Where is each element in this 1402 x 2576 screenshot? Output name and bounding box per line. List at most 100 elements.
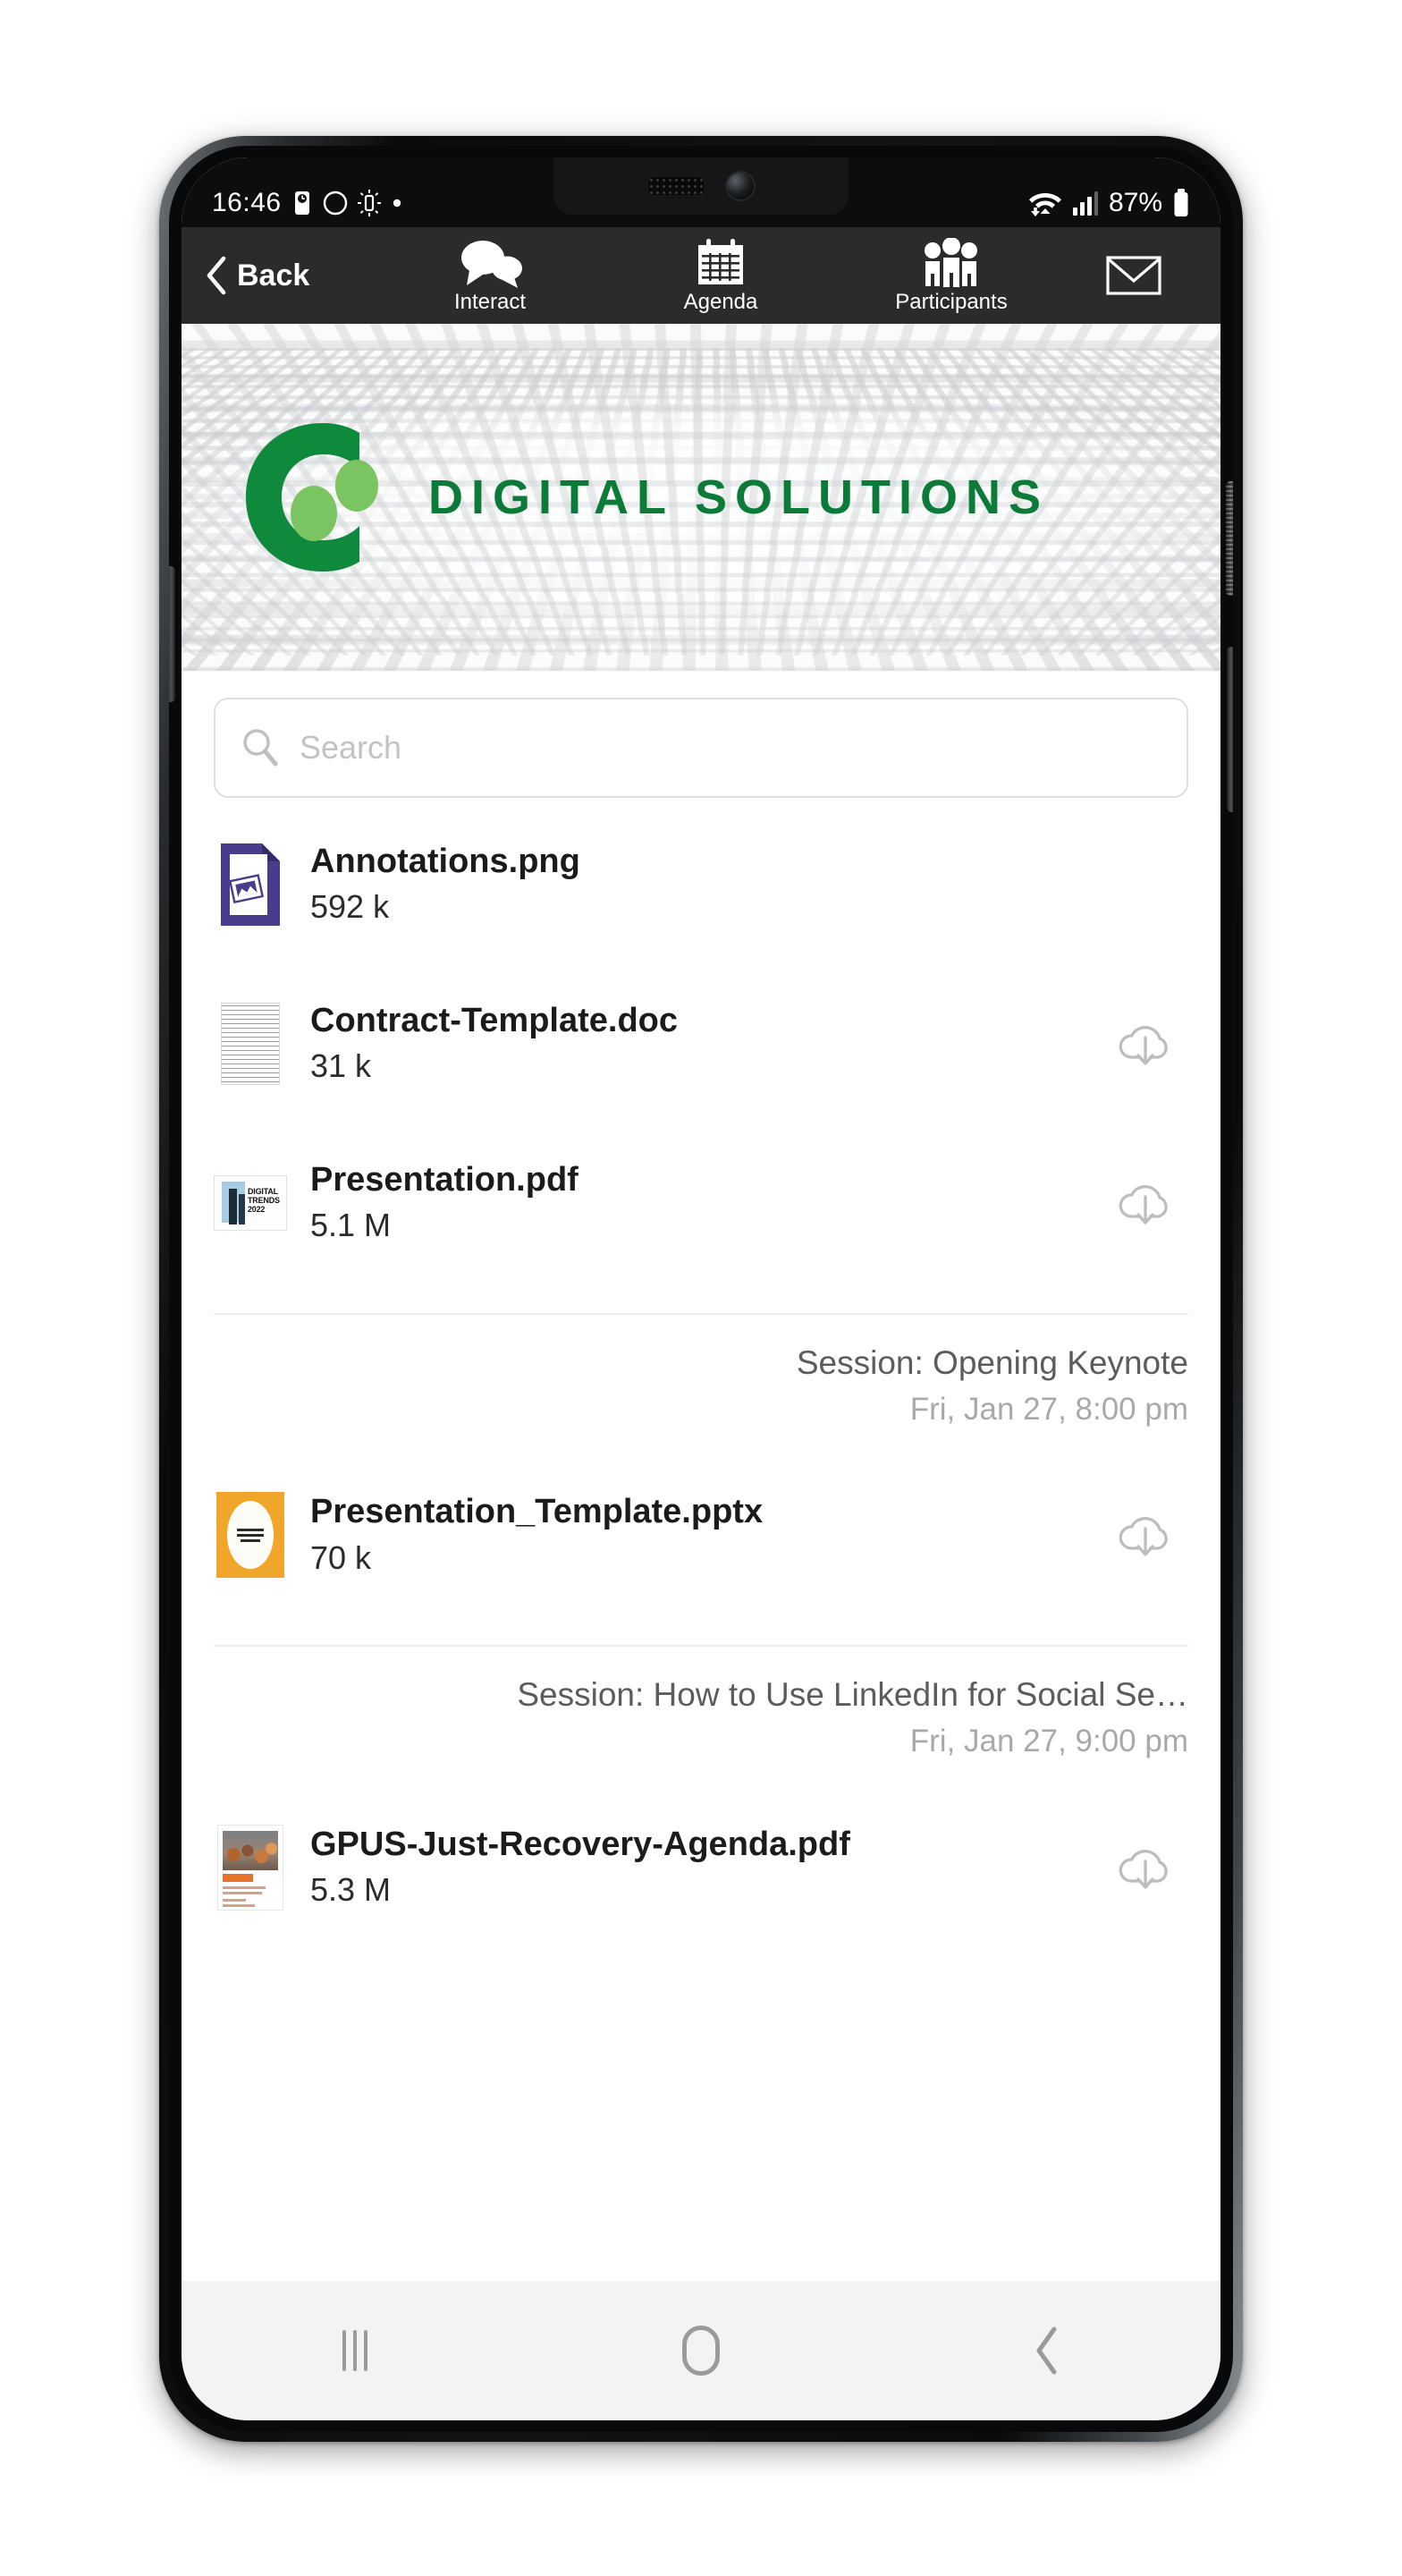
speaker-grille-icon (648, 177, 704, 195)
file-name: GPUS-Just-Recovery-Agenda.pdf (310, 1825, 850, 1863)
file-name: Presentation.pdf (310, 1160, 579, 1199)
android-system-nav (182, 2281, 1220, 2420)
file-thumbnail: DIGITAL TRENDS 2022 (214, 1158, 287, 1248)
status-bar-left: 16:46 (212, 188, 403, 218)
session-time: Fri, Jan 27, 9:00 pm (909, 1724, 1188, 1759)
tab-interact[interactable]: Interact (375, 238, 605, 313)
file-name: Annotations.png (310, 842, 580, 880)
session-section: Session: Opening Keynote Fri, Jan 27, 8:… (214, 1283, 1188, 1455)
phone-frame: 16:46 87% Back Interact Agenda Participa… (159, 136, 1243, 2442)
file-size: 592 k (310, 888, 390, 926)
dot-icon (393, 199, 401, 208)
wifi-icon (1028, 193, 1061, 216)
mail-button[interactable] (1067, 254, 1201, 297)
chevron-left-icon (207, 256, 226, 295)
crowd-photo-report-thumbnail (217, 1824, 283, 1911)
cloud-download-icon (1119, 1026, 1168, 1065)
search-placeholder: Search (300, 729, 402, 766)
back-label: Back (237, 258, 310, 292)
file-row[interactable]: GPUS-Just-Recovery-Agenda.pdf 5.3 M (214, 1788, 1188, 1947)
tab-interact-label: Interact (453, 290, 527, 314)
file-thumbnail (214, 1823, 287, 1912)
recents-button[interactable] (283, 2306, 427, 2395)
status-bar: 16:46 87% (182, 157, 1220, 227)
banner-title: DIGITAL SOLUTIONS (428, 470, 1050, 524)
file-size: 70 k (310, 1538, 372, 1576)
signal-icon (1072, 191, 1098, 216)
recents-icon (342, 2330, 367, 2371)
power-button[interactable] (1226, 481, 1233, 596)
session-time: Fri, Jan 27, 8:00 pm (909, 1392, 1188, 1428)
download-slot[interactable] (1102, 1177, 1188, 1229)
file-size: 31 k (310, 1047, 372, 1085)
file-info: Presentation_Template.pptx 70 k (310, 1491, 1079, 1579)
digital-trends-2022-cover-thumbnail: DIGITAL TRENDS 2022 (214, 1175, 287, 1231)
png-image-file-icon (221, 843, 280, 926)
file-info: Presentation.pdf 5.1 M (310, 1159, 1079, 1247)
session-header: Session: How to Use LinkedIn for Social … (214, 1674, 1188, 1787)
file-row[interactable]: DIGITAL TRENDS 2022 Presentation.pdf 5.1 M (214, 1123, 1188, 1283)
download-slot[interactable] (1102, 1509, 1188, 1561)
file-list: Annotations.png 592 k Contract-Template.… (182, 805, 1220, 1947)
status-bar-right: 87% (1028, 188, 1190, 218)
people-icon (925, 238, 977, 287)
back-chevron-icon (1036, 2326, 1057, 2375)
home-icon (681, 2326, 720, 2376)
search-input[interactable]: Search (214, 698, 1188, 798)
session-title: Session: Opening Keynote (796, 1344, 1188, 1381)
cloud-download-icon (1119, 1849, 1168, 1889)
system-back-button[interactable] (975, 2306, 1119, 2395)
file-thumbnail (214, 999, 287, 1089)
session-divider (214, 1645, 1188, 1648)
front-camera-icon (727, 173, 754, 199)
phone-bezel: 16:46 87% Back Interact Agenda Participa… (169, 146, 1233, 2432)
file-row[interactable]: Presentation_Template.pptx 70 k (214, 1455, 1188, 1614)
tab-agenda[interactable]: Agenda (605, 238, 836, 313)
download-slot[interactable] (1102, 1018, 1188, 1070)
file-thumbnail (214, 1490, 287, 1580)
session-divider (214, 1313, 1188, 1315)
search-area: Search (182, 671, 1220, 805)
file-size: 5.3 M (310, 1871, 392, 1909)
download-slot[interactable] (1102, 1842, 1188, 1894)
session-section: Session: How to Use LinkedIn for Social … (214, 1614, 1188, 1787)
file-name: Presentation_Template.pptx (310, 1493, 764, 1531)
back-button[interactable]: Back (205, 256, 375, 295)
file-info: Contract-Template.doc 31 k (310, 1000, 1079, 1088)
file-size: 5.1 M (310, 1207, 392, 1244)
tab-participants-label: Participants (895, 290, 1008, 314)
cloud-download-icon (1119, 1517, 1168, 1556)
phone-screen: 16:46 87% Back Interact Agenda Participa… (182, 157, 1220, 2420)
calendar-icon (698, 239, 743, 284)
chat-bubbles-icon (461, 241, 522, 288)
document-page-thumbnail (221, 1003, 280, 1085)
battery-percent-label: 87% (1108, 188, 1162, 217)
file-info: Annotations.png 592 k (310, 841, 1079, 928)
envelope-icon (1106, 256, 1161, 295)
battery-icon (1174, 189, 1188, 216)
file-row[interactable]: Annotations.png 592 k (214, 805, 1188, 964)
notch (553, 157, 849, 215)
file-row[interactable]: Contract-Template.doc 31 k (214, 964, 1188, 1123)
tab-participants[interactable]: Participants (836, 238, 1067, 313)
session-header: Session: Opening Keynote Fri, Jan 27, 8:… (214, 1342, 1188, 1455)
search-icon (243, 729, 278, 767)
tab-agenda-label: Agenda (683, 290, 758, 314)
volume-button[interactable] (1227, 647, 1233, 812)
cloud-download-icon (1119, 1185, 1168, 1224)
thumbnail-text: DIGITAL TRENDS 2022 (248, 1187, 280, 1215)
file-info: GPUS-Just-Recovery-Agenda.pdf 5.3 M (310, 1824, 1079, 1911)
sponsor-banner: DIGITAL SOLUTIONS (182, 324, 1220, 671)
quarterly-business-review-cover-thumbnail (216, 1492, 284, 1579)
digital-solutions-logo (246, 423, 378, 572)
session-title: Session: How to Use LinkedIn for Social … (517, 1676, 1188, 1714)
bixby-button[interactable] (169, 566, 175, 702)
file-thumbnail (214, 840, 287, 929)
do-not-disturb-icon (323, 191, 347, 216)
home-button[interactable] (629, 2306, 773, 2395)
brightness-icon (357, 190, 381, 216)
file-name: Contract-Template.doc (310, 1001, 679, 1039)
alarm-icon (294, 191, 309, 215)
app-navigation-bar: Back Interact Agenda Participants (182, 227, 1220, 324)
status-time: 16:46 (212, 188, 282, 217)
